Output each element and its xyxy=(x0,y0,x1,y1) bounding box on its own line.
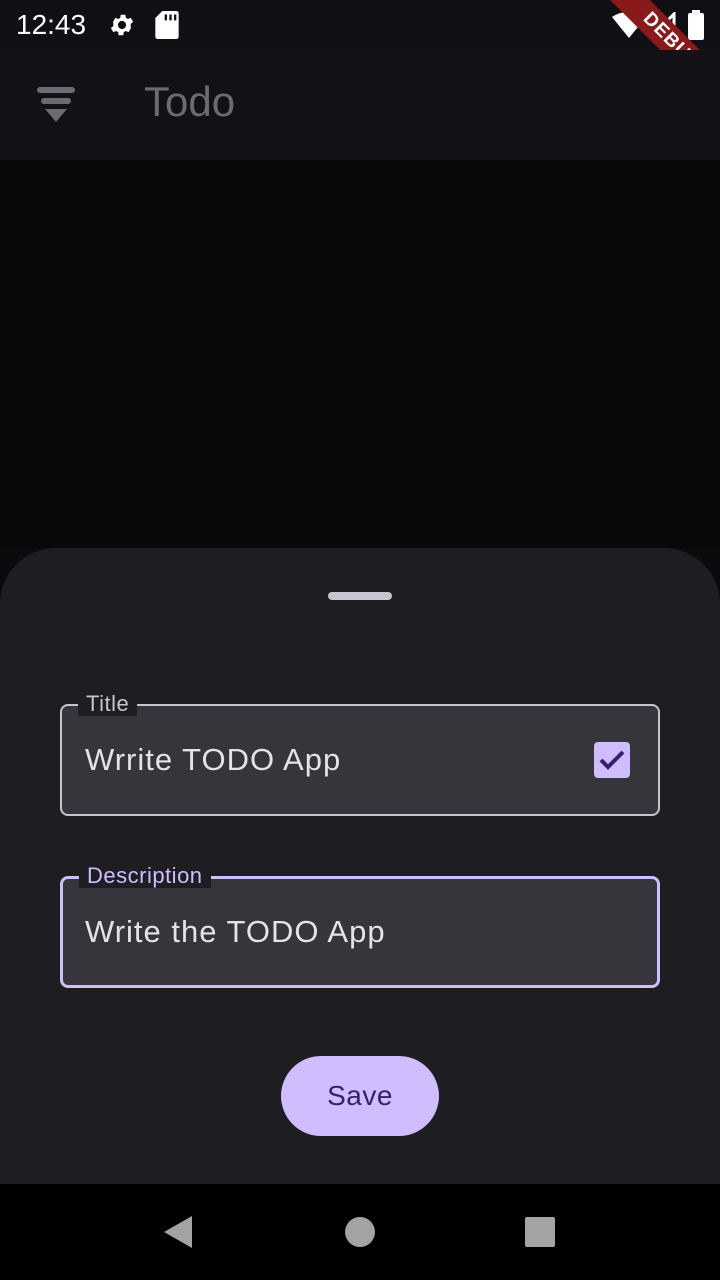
settings-icon xyxy=(108,11,136,39)
description-field-value[interactable]: Write the TODO App xyxy=(85,914,386,950)
description-field-label: Description xyxy=(79,864,211,888)
navigation-bar xyxy=(0,1184,720,1280)
drag-handle[interactable] xyxy=(328,592,392,600)
app-bar: Todo xyxy=(0,50,720,160)
modal-scrim[interactable] xyxy=(0,160,720,548)
status-time: 12:43 xyxy=(16,9,87,40)
filter-icon[interactable] xyxy=(28,78,84,134)
title-field-label: Title xyxy=(78,692,138,716)
home-icon[interactable] xyxy=(328,1200,392,1264)
description-field[interactable]: Description Write the TODO App xyxy=(60,864,660,988)
recents-icon[interactable] xyxy=(508,1200,572,1264)
sd-card-icon xyxy=(155,11,179,39)
page-title: Todo xyxy=(144,78,236,125)
title-field[interactable]: Title Wrrite TODO App xyxy=(60,692,660,816)
title-field-value[interactable]: Wrrite TODO App xyxy=(85,742,341,778)
bottom-sheet: Title Wrrite TODO App Description Write … xyxy=(0,548,720,1184)
save-button[interactable]: Save xyxy=(281,1056,439,1136)
check-icon xyxy=(599,750,625,770)
back-icon[interactable] xyxy=(146,1200,210,1264)
completed-checkbox[interactable] xyxy=(594,742,630,778)
